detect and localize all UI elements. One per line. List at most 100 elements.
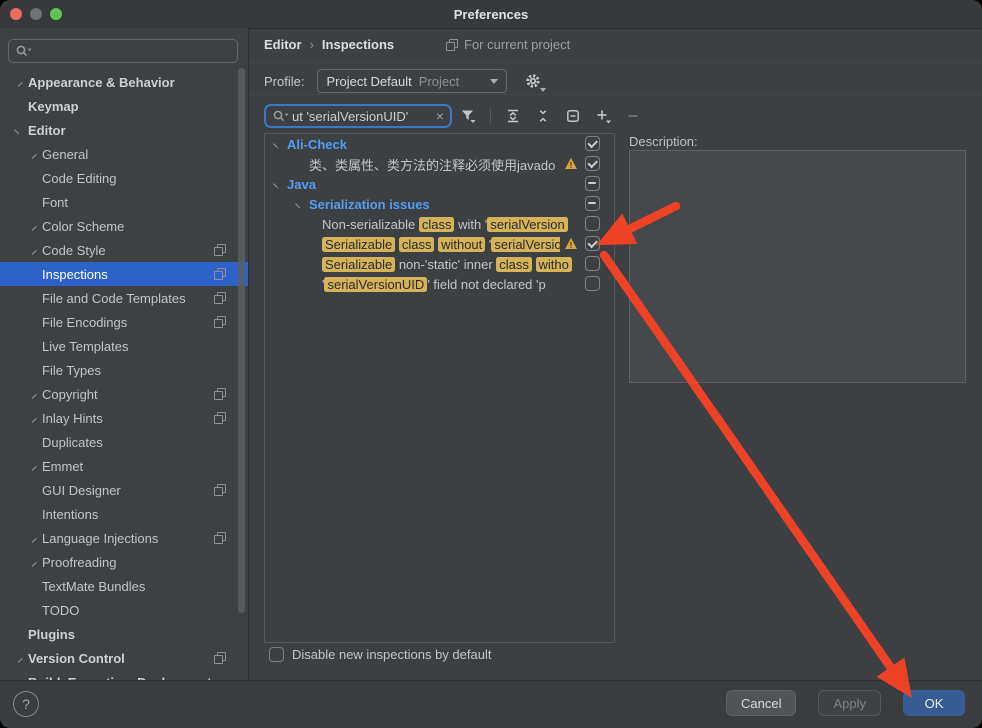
profile-settings-button[interactable] bbox=[524, 72, 542, 90]
inspection-checkbox-unchecked[interactable] bbox=[585, 276, 600, 291]
disable-new-inspections-checkbox[interactable] bbox=[269, 647, 284, 662]
sidebar-item-color-scheme[interactable]: Color Scheme bbox=[0, 214, 248, 238]
inspection-checkbox-unchecked[interactable] bbox=[585, 216, 600, 231]
inspection-checkbox-checked[interactable] bbox=[585, 236, 600, 251]
sidebar-item-label: Appearance & Behavior bbox=[28, 75, 175, 90]
sidebar-item-file-types[interactable]: File Types bbox=[0, 358, 248, 382]
inspection-label: Non-serializable class with 'serialVersi… bbox=[322, 217, 582, 232]
help-button[interactable]: ? bbox=[13, 691, 39, 717]
inspection-checkbox-mixed[interactable] bbox=[585, 176, 600, 191]
search-match-highlight: without bbox=[438, 237, 485, 252]
remove-inspection-icon[interactable] bbox=[623, 106, 643, 126]
clear-search-icon[interactable]: × bbox=[436, 109, 444, 123]
sidebar-item-label: Duplicates bbox=[42, 435, 103, 450]
profile-value-scope: Project bbox=[419, 74, 459, 89]
sidebar-item-copyright[interactable]: Copyright bbox=[0, 382, 248, 406]
sidebar-item-code-style[interactable]: Code Style bbox=[0, 238, 248, 262]
chevron-placeholder bbox=[24, 362, 42, 378]
inspection-row[interactable]: Non-serializable class with 'serialVersi… bbox=[265, 214, 614, 234]
inspection-group-row[interactable]: Ali-Check bbox=[265, 134, 614, 154]
cancel-button[interactable]: Cancel bbox=[726, 690, 796, 716]
sidebar-item-label: Code Style bbox=[42, 243, 106, 258]
sidebar-item-proofreading[interactable]: Proofreading bbox=[0, 550, 248, 574]
chevron-right-icon[interactable] bbox=[24, 146, 42, 162]
chevron-down-icon[interactable] bbox=[10, 122, 28, 138]
help-icon: ? bbox=[22, 696, 30, 712]
sidebar-item-inlay-hints[interactable]: Inlay Hints bbox=[0, 406, 248, 430]
chevron-down-icon[interactable] bbox=[291, 197, 309, 211]
sidebar-item-font[interactable]: Font bbox=[0, 190, 248, 214]
sidebar-item-emmet[interactable]: Emmet bbox=[0, 454, 248, 478]
inspection-checkbox-checked[interactable] bbox=[585, 136, 600, 151]
inspection-row[interactable]: Serializable non-'static' inner class wi… bbox=[265, 254, 614, 274]
inspection-checkbox-checked[interactable] bbox=[585, 156, 600, 171]
inspection-checkbox-mixed[interactable] bbox=[585, 196, 600, 211]
zoom-window-icon[interactable] bbox=[50, 8, 62, 20]
reset-filter-icon[interactable] bbox=[563, 106, 583, 126]
sidebar-item-duplicates[interactable]: Duplicates bbox=[0, 430, 248, 454]
inspection-row[interactable]: 'serialVersionUID' field not declared 'p bbox=[265, 274, 614, 294]
expand-all-icon[interactable] bbox=[503, 106, 523, 126]
chevron-right-icon[interactable] bbox=[10, 74, 28, 90]
inspection-row[interactable]: 类、类属性、类方法的注释必须使用javado bbox=[265, 154, 614, 174]
sidebar-item-inspections[interactable]: Inspections bbox=[0, 262, 248, 286]
inspection-label: Serializable non-'static' inner class wi… bbox=[322, 257, 582, 272]
chevron-right-icon[interactable] bbox=[24, 218, 42, 234]
close-window-icon[interactable] bbox=[10, 8, 22, 20]
inspection-search-field[interactable]: × bbox=[264, 104, 452, 128]
sidebar-item-editor[interactable]: Editor bbox=[0, 118, 248, 142]
chevron-right-icon[interactable] bbox=[24, 410, 42, 426]
sidebar-item-appearance-behavior[interactable]: Appearance & Behavior bbox=[0, 70, 248, 94]
title-bar: Preferences bbox=[0, 0, 982, 29]
chevron-down-icon[interactable] bbox=[269, 137, 287, 151]
ok-button[interactable]: OK bbox=[903, 690, 965, 716]
sidebar-item-live-templates[interactable]: Live Templates bbox=[0, 334, 248, 358]
chevron-down-icon bbox=[540, 88, 546, 92]
sidebar-item-gui-designer[interactable]: GUI Designer bbox=[0, 478, 248, 502]
warning-severity-icon bbox=[565, 158, 577, 169]
chevron-right-icon[interactable] bbox=[24, 242, 42, 258]
filter-icon[interactable] bbox=[458, 106, 478, 126]
disable-new-inspections-row[interactable]: Disable new inspections by default bbox=[269, 647, 491, 662]
sidebar-search-box[interactable] bbox=[8, 39, 238, 63]
sidebar-item-build-execution-deployment[interactable]: Build, Execution, Deployment bbox=[0, 670, 248, 680]
sidebar-item-todo[interactable]: TODO bbox=[0, 598, 248, 622]
sidebar-item-intentions[interactable]: Intentions bbox=[0, 502, 248, 526]
chevron-right-icon[interactable] bbox=[10, 650, 28, 666]
sidebar-item-textmate-bundles[interactable]: TextMate Bundles bbox=[0, 574, 248, 598]
sidebar-scrollbar[interactable] bbox=[238, 68, 245, 613]
sidebar-item-language-injections[interactable]: Language Injections bbox=[0, 526, 248, 550]
traffic-lights bbox=[10, 8, 62, 20]
chevron-right-icon[interactable] bbox=[24, 458, 42, 474]
chevron-right-icon[interactable] bbox=[24, 554, 42, 570]
sidebar-item-file-encodings[interactable]: File Encodings bbox=[0, 310, 248, 334]
breadcrumb-section[interactable]: Editor bbox=[264, 37, 302, 52]
sidebar-item-label: Proofreading bbox=[42, 555, 116, 570]
chevron-right-icon[interactable] bbox=[24, 386, 42, 402]
minimize-window-icon[interactable] bbox=[30, 8, 42, 20]
inspection-text: Serialization issues bbox=[309, 197, 430, 212]
sidebar-item-general[interactable]: General bbox=[0, 142, 248, 166]
inspection-group-row[interactable]: Serialization issues bbox=[265, 194, 614, 214]
shared-settings-icon bbox=[214, 268, 226, 280]
sidebar-item-label: Intentions bbox=[42, 507, 98, 522]
sidebar-item-version-control[interactable]: Version Control bbox=[0, 646, 248, 670]
add-inspection-icon[interactable] bbox=[593, 106, 613, 126]
chevron-down-icon[interactable] bbox=[269, 177, 287, 191]
sidebar-search-input[interactable] bbox=[32, 43, 231, 59]
sidebar-item-plugins[interactable]: Plugins bbox=[0, 622, 248, 646]
inspection-search-input[interactable] bbox=[292, 109, 434, 124]
inspection-checkbox-unchecked[interactable] bbox=[585, 256, 600, 271]
chevron-right-icon[interactable] bbox=[24, 530, 42, 546]
sidebar-item-code-editing[interactable]: Code Editing bbox=[0, 166, 248, 190]
sidebar-item-file-and-code-templates[interactable]: File and Code Templates bbox=[0, 286, 248, 310]
inspection-row[interactable]: Serializable class without 'serialVersio bbox=[265, 234, 614, 254]
chevron-placeholder bbox=[291, 157, 309, 171]
collapse-all-icon[interactable] bbox=[533, 106, 553, 126]
sidebar-item-keymap[interactable]: Keymap bbox=[0, 94, 248, 118]
sidebar-item-label: GUI Designer bbox=[42, 483, 121, 498]
inspection-group-row[interactable]: Java bbox=[265, 174, 614, 194]
profile-dropdown[interactable]: Project Default Project bbox=[317, 69, 507, 93]
apply-button[interactable]: Apply bbox=[818, 690, 881, 716]
search-icon bbox=[272, 109, 289, 123]
